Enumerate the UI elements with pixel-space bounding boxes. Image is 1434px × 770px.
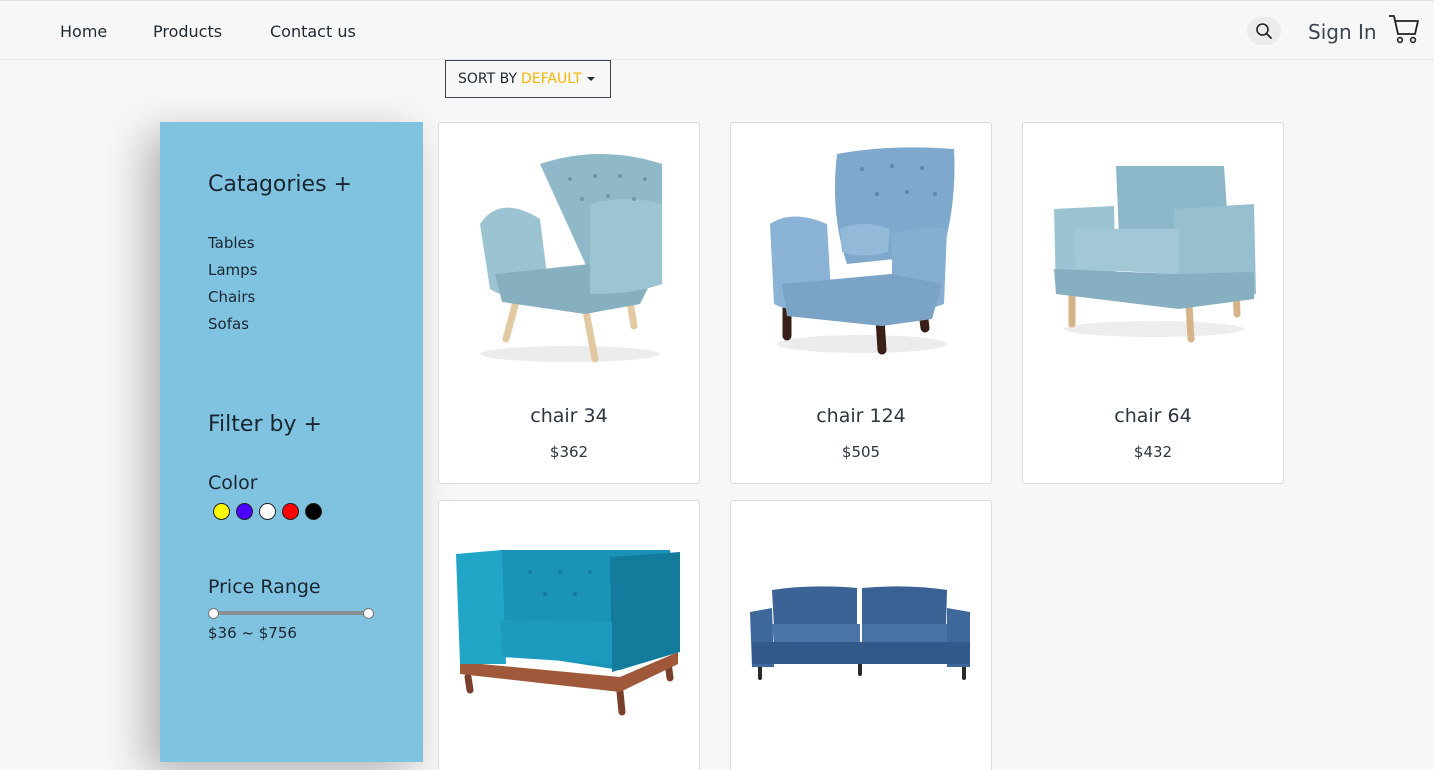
product-name[interactable]: chair 124 [731, 405, 991, 427]
sort-label: SORT BY [458, 71, 518, 87]
caret-down-icon [586, 77, 595, 81]
price-range-slider[interactable] [208, 608, 374, 619]
categories-heading[interactable]: Catagories + [208, 172, 352, 197]
blue-sofa-image [750, 586, 970, 680]
nav-home-link[interactable]: Home [60, 22, 107, 41]
category-item-chairs[interactable]: Chairs [208, 284, 258, 311]
color-swatch-white[interactable] [259, 503, 276, 520]
product-card[interactable]: chair 34 $362 [438, 122, 700, 484]
color-swatch-red[interactable] [282, 503, 299, 520]
category-list: Tables Lamps Chairs Sofas [208, 230, 258, 338]
product-price: $362 [549, 443, 589, 461]
product-card[interactable] [730, 500, 992, 770]
price-range-value: $36 ~ $756 [208, 624, 297, 642]
color-swatch-black[interactable] [305, 503, 322, 520]
product-price: $432 [1133, 443, 1173, 461]
color-heading: Color [208, 472, 258, 494]
wingback-chair-image [770, 147, 955, 355]
search-button[interactable] [1247, 17, 1281, 45]
nav-products-link[interactable]: Products [153, 22, 222, 41]
product-name[interactable]: chair 64 [1023, 405, 1283, 427]
cart-icon [1389, 15, 1419, 44]
sign-in-link[interactable]: Sign In [1308, 20, 1377, 44]
product-card[interactable]: chair 64 $432 [1022, 122, 1284, 484]
square-armchair-image [1054, 166, 1256, 343]
price-range-track [213, 611, 369, 615]
price-max-handle[interactable] [363, 608, 374, 619]
sort-value: DEFAULT [521, 71, 582, 87]
category-item-sofas[interactable]: Sofas [208, 311, 258, 338]
cart-button[interactable] [1387, 12, 1421, 46]
color-swatches [213, 503, 322, 520]
filter-heading[interactable]: Filter by + [208, 412, 322, 437]
product-card[interactable] [438, 500, 700, 770]
teal-armchair-image [456, 550, 680, 716]
filter-sidebar: Catagories + Tables Lamps Chairs Sofas F… [160, 122, 423, 762]
nav-contact-link[interactable]: Contact us [270, 22, 356, 41]
sort-dropdown[interactable]: SORT BY DEFAULT [445, 60, 611, 98]
color-swatch-purple[interactable] [236, 503, 253, 520]
category-item-lamps[interactable]: Lamps [208, 257, 258, 284]
armchair-image [480, 154, 662, 363]
product-name[interactable]: chair 34 [439, 405, 699, 427]
color-swatch-yellow[interactable] [213, 503, 230, 520]
price-range-heading: Price Range [208, 576, 321, 598]
product-price: $505 [841, 443, 881, 461]
search-icon [1256, 23, 1272, 39]
product-card[interactable]: chair 124 $505 [730, 122, 992, 484]
price-min-handle[interactable] [208, 608, 219, 619]
category-item-tables[interactable]: Tables [208, 230, 258, 257]
top-navbar: Home Products Contact us Sign In [0, 0, 1434, 60]
